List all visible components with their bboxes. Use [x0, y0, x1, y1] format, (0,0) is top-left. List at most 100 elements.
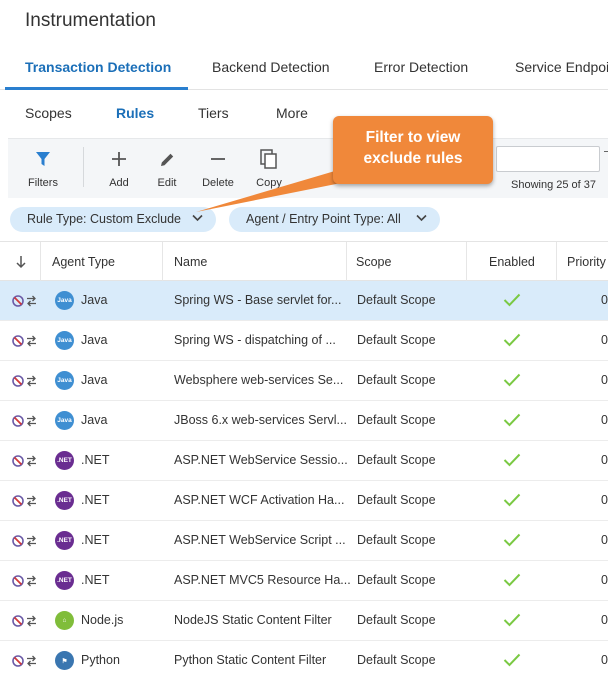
scope-cell: Default Scope [357, 333, 436, 347]
column-scope[interactable]: Scope [356, 255, 391, 269]
disabled-exclude-icon [12, 575, 36, 587]
priority-cell: 0 [601, 533, 608, 547]
priority-cell: 0 [601, 413, 608, 427]
column-name[interactable]: Name [174, 255, 207, 269]
column-enabled[interactable]: Enabled [489, 255, 535, 269]
rule-name-cell: Spring WS - Base servlet for... [174, 293, 342, 307]
rule-name-cell: Python Static Content Filter [174, 653, 327, 667]
disabled-exclude-icon [12, 495, 36, 507]
minus-icon [193, 147, 243, 171]
enabled-check-icon [503, 373, 521, 387]
rule-name-cell: ASP.NET WCF Activation Ha... [174, 493, 345, 507]
table-row[interactable]: Java Java Spring WS - dispatching of ... De… [0, 321, 608, 361]
scope-cell: Default Scope [357, 533, 436, 547]
toolbar: Filters Add Edit Delete Copy Showing 25 … [8, 138, 608, 198]
enabled-check-icon [503, 453, 521, 467]
agent-type-cell: Java [81, 333, 108, 347]
priority-cell: 0 [601, 653, 608, 667]
agent-type-cell: Node.js [81, 613, 124, 627]
search-input[interactable] [496, 146, 600, 172]
scope-cell: Default Scope [357, 653, 436, 667]
scope-cell: Default Scope [357, 573, 436, 587]
disabled-exclude-icon [12, 335, 36, 347]
rule-name-cell: ASP.NET WebService Script ... [174, 533, 346, 547]
toolbar-divider [83, 147, 84, 187]
java-icon: Java [55, 371, 74, 390]
tab-backend-detection[interactable]: Backend Detection [212, 59, 330, 75]
table-row[interactable]: ⚑ Python Python Static Content Filter Defau… [0, 641, 608, 674]
disabled-exclude-icon [12, 375, 36, 387]
table-row[interactable]: Java Java Spring WS - Base servlet for... D… [0, 281, 608, 321]
subtab-rules[interactable]: Rules [116, 105, 154, 121]
rule-name-cell: NodeJS Static Content Filter [174, 613, 332, 627]
agent-type-filter[interactable]: Agent / Entry Point Type: All [229, 207, 440, 232]
column-priority[interactable]: Priority [567, 255, 608, 269]
callout-annotation: Filter to view exclude rules [333, 116, 493, 184]
subtab-more[interactable]: More [276, 105, 308, 121]
agent-type-cell: .NET [81, 533, 110, 547]
delete-button[interactable]: Delete [193, 147, 243, 189]
dotnet-icon: .NET [55, 451, 74, 470]
enabled-check-icon [503, 653, 521, 667]
java-icon: Java [55, 411, 74, 430]
table-row[interactable]: Java Java Websphere web-services Se... Defa… [0, 361, 608, 401]
scope-cell: Default Scope [357, 453, 436, 467]
tab-error-detection[interactable]: Error Detection [374, 59, 468, 75]
disabled-exclude-icon [12, 655, 36, 667]
priority-cell: 0 [601, 293, 608, 307]
filters-button[interactable]: Filters [18, 147, 68, 189]
table-row[interactable]: .NET .NET ASP.NET WebService Script ... Def… [0, 521, 608, 561]
edit-button[interactable]: Edit [142, 147, 192, 189]
tab-service-endpoints[interactable]: Service Endpoints [515, 59, 608, 75]
scope-cell: Default Scope [357, 293, 436, 307]
scope-cell: Default Scope [357, 493, 436, 507]
rule-type-filter[interactable]: Rule Type: Custom Exclude [10, 207, 216, 232]
python-icon: ⚑ [55, 651, 74, 670]
priority-cell: 0 [601, 373, 608, 387]
pencil-icon [142, 147, 192, 171]
column-agent-type[interactable]: Agent Type [52, 255, 115, 269]
tab-transaction-detection[interactable]: Transaction Detection [25, 59, 171, 75]
enabled-check-icon [503, 333, 521, 347]
scope-cell: Default Scope [357, 373, 436, 387]
table-row[interactable]: .NET .NET ASP.NET WebService Sessio... Defa… [0, 441, 608, 481]
table-row[interactable]: ⌂ Node.js NodeJS Static Content Filter Defa… [0, 601, 608, 641]
scope-cell: Default Scope [357, 413, 436, 427]
rule-name-cell: JBoss 6.x web-services Servl... [174, 413, 347, 427]
enabled-check-icon [503, 573, 521, 587]
table-row[interactable]: .NET .NET ASP.NET MVC5 Resource Ha... Defau… [0, 561, 608, 601]
add-button[interactable]: Add [94, 147, 144, 189]
plus-icon [94, 147, 144, 171]
disabled-exclude-icon [12, 535, 36, 547]
subtab-tiers[interactable]: Tiers [198, 105, 229, 121]
main-tabs: Transaction Detection Backend Detection … [0, 48, 608, 90]
rule-name-cell: Spring WS - dispatching of ... [174, 333, 336, 347]
disabled-exclude-icon [12, 295, 36, 307]
chevron-down-icon [416, 214, 427, 222]
filter-icon [18, 147, 68, 171]
priority-cell: 0 [601, 493, 608, 507]
showing-count: Showing 25 of 37 [511, 179, 597, 191]
dotnet-icon: .NET [55, 491, 74, 510]
table-row[interactable]: Java Java JBoss 6.x web-services Servl... D… [0, 401, 608, 441]
table-row[interactable]: .NET .NET ASP.NET WCF Activation Ha... Defa… [0, 481, 608, 521]
agent-type-cell: .NET [81, 453, 110, 467]
sub-tabs: Scopes Rules Tiers More [0, 90, 608, 132]
subtab-scopes[interactable]: Scopes [25, 105, 72, 121]
collapse-icon[interactable] [604, 151, 608, 152]
dotnet-icon: .NET [55, 531, 74, 550]
sort-arrow-down-icon[interactable] [15, 255, 27, 269]
scope-cell: Default Scope [357, 613, 436, 627]
enabled-check-icon [503, 413, 521, 427]
enabled-check-icon [503, 293, 521, 307]
rule-name-cell: ASP.NET WebService Sessio... [174, 453, 348, 467]
agent-type-cell: .NET [81, 573, 110, 587]
priority-cell: 0 [601, 573, 608, 587]
agent-type-cell: .NET [81, 493, 110, 507]
enabled-check-icon [503, 533, 521, 547]
rule-name-cell: Websphere web-services Se... [174, 373, 344, 387]
page-title: Instrumentation [25, 10, 156, 31]
priority-cell: 0 [601, 333, 608, 347]
priority-cell: 0 [601, 613, 608, 627]
copy-button[interactable]: Copy [244, 147, 294, 189]
